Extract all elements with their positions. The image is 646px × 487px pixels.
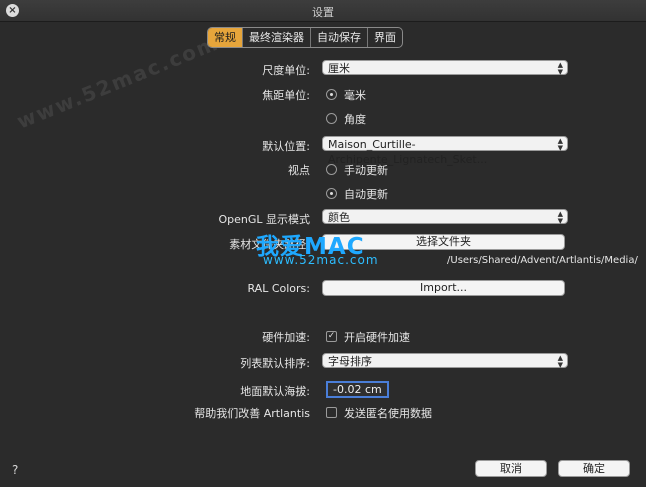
list-sort-select[interactable]: 字母排序 ▲ ▼ [322, 353, 568, 369]
material-path: /Users/Shared/Advent/Artlantis/Media/ [447, 255, 638, 266]
tab-general[interactable]: 常规 [208, 28, 242, 47]
help-improve-label: 帮助我们改善 Artlantis [194, 407, 310, 420]
size-unit-label: 尺度单位: [262, 64, 310, 77]
size-unit-value: 厘米 [328, 62, 350, 75]
send-data-label: 发送匿名使用数据 [344, 407, 432, 420]
cancel-button[interactable]: 取消 [475, 460, 547, 477]
updown-icon: ▲ ▼ [557, 354, 563, 369]
view-manual-label: 手动更新 [344, 164, 388, 177]
ral-colors-label: RAL Colors: [247, 282, 310, 295]
focal-mm-label: 毫米 [344, 89, 366, 102]
focal-unit-label: 焦距单位: [262, 89, 310, 102]
import-button[interactable]: Import... [322, 280, 565, 296]
default-location-label: 默认位置: [262, 140, 310, 153]
updown-icon: ▲ ▼ [557, 137, 563, 152]
default-location-select[interactable]: Maison_Curtille-Archipente_Lignatech_Ske… [322, 136, 568, 166]
view-auto-label: 自动更新 [344, 188, 388, 201]
tab-autosave[interactable]: 自动保存 [310, 28, 367, 47]
focal-angle-radio[interactable] [326, 113, 337, 124]
view-manual-radio[interactable] [326, 164, 337, 175]
updown-icon: ▲ ▼ [557, 61, 563, 76]
updown-icon: ▲ ▼ [557, 210, 563, 225]
opengl-value: 颜色 [328, 211, 350, 224]
hw-accel-option-label: 开启硬件加速 [344, 331, 410, 344]
ground-elevation-input[interactable]: -0.02 cm [326, 381, 389, 398]
focal-mm-radio[interactable] [326, 89, 337, 100]
viewpoint-label: 视点 [288, 164, 310, 177]
size-unit-select[interactable]: 厘米 ▲ ▼ [322, 60, 568, 76]
tab-bar: 常规 最终渲染器 自动保存 界面 [207, 27, 403, 48]
opengl-label: OpenGL 显示模式 [218, 213, 310, 226]
hw-accel-label: 硬件加速: [262, 331, 310, 344]
hw-accel-checkbox[interactable]: ✓ [326, 331, 337, 342]
watermark-top: www.52mac.com [13, 30, 223, 134]
window-title: 设置 [312, 6, 334, 19]
title-bar: × 设置 [0, 0, 646, 22]
send-data-checkbox[interactable] [326, 407, 337, 418]
list-sort-value: 字母排序 [328, 355, 372, 368]
ground-elevation-label: 地面默认海拔: [240, 385, 310, 398]
focal-angle-label: 角度 [344, 113, 366, 126]
tab-final-renderer[interactable]: 最终渲染器 [242, 28, 310, 47]
view-auto-radio[interactable] [326, 188, 337, 199]
tab-interface[interactable]: 界面 [367, 28, 402, 47]
list-sort-label: 列表默认排序: [240, 357, 310, 370]
help-icon[interactable]: ? [12, 463, 18, 477]
watermark-url: www.52mac.com [263, 253, 379, 267]
ok-button[interactable]: 确定 [558, 460, 630, 477]
opengl-select[interactable]: 颜色 ▲ ▼ [322, 209, 568, 225]
